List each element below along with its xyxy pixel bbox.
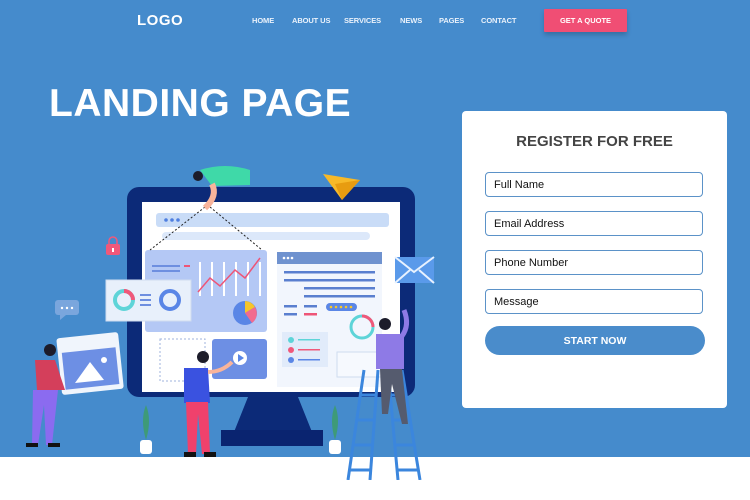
nav-about-us[interactable]: ABOUT US <box>292 16 330 25</box>
message-field[interactable] <box>485 289 703 314</box>
nav-pages[interactable]: PAGES <box>439 16 464 25</box>
hero-illustration <box>26 166 435 480</box>
start-now-button[interactable]: START NOW <box>485 326 705 355</box>
padlock-icon <box>106 236 120 255</box>
envelope-icon <box>394 256 435 284</box>
hero-title: LANDING PAGE <box>49 82 352 125</box>
register-card: REGISTER FOR FREE START NOW <box>462 111 727 408</box>
chat-bubble-icon <box>55 300 79 320</box>
email-field[interactable] <box>485 211 703 236</box>
register-title: REGISTER FOR FREE <box>516 133 673 150</box>
nav-news[interactable]: NEWS <box>400 16 422 25</box>
logo[interactable]: LOGO <box>137 12 183 29</box>
full-name-field[interactable] <box>485 172 703 197</box>
get-a-quote-button[interactable]: GET A QUOTE <box>544 9 627 32</box>
pie-chart-icon <box>233 301 257 325</box>
nav-services[interactable]: SERVICES <box>344 16 381 25</box>
nav-home[interactable]: HOME <box>252 16 274 25</box>
image-icon <box>56 332 124 395</box>
nav-contact[interactable]: CONTACT <box>481 16 517 25</box>
phone-field[interactable] <box>485 250 703 275</box>
